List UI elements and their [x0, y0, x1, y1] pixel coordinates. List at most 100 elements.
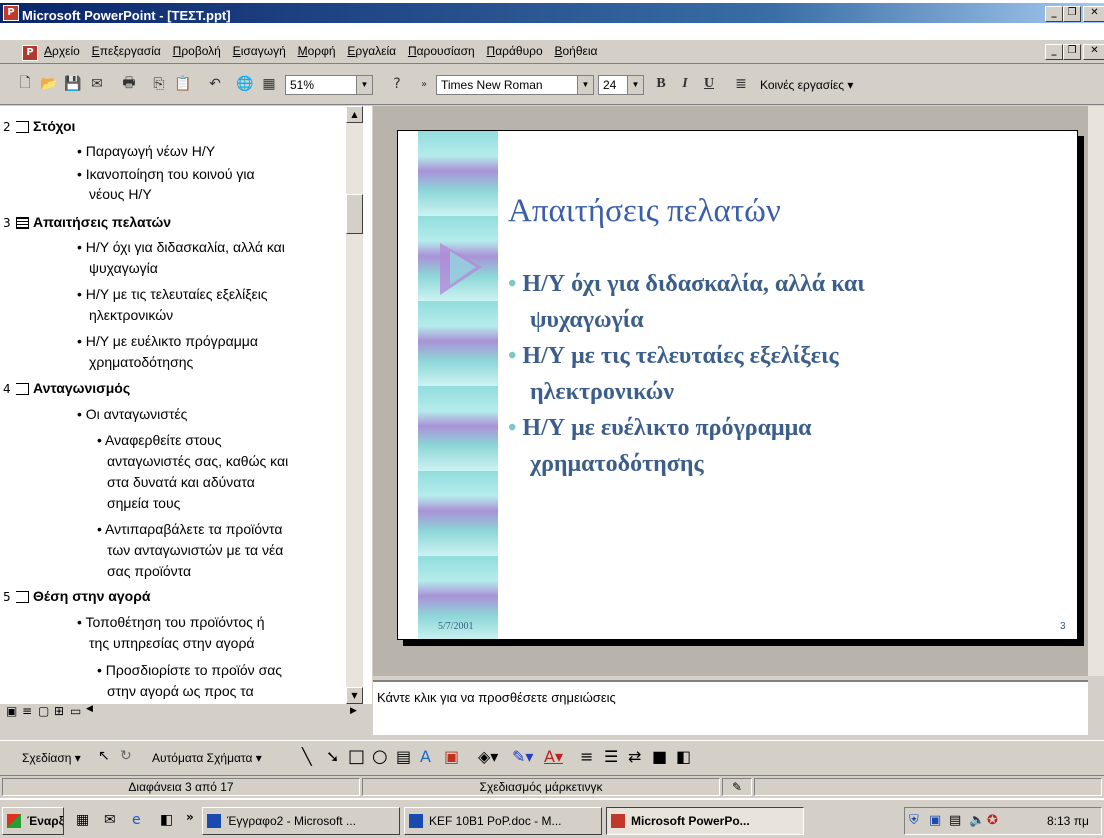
scroll-left-icon[interactable]: ◀: [86, 704, 93, 714]
doc-close-icon[interactable]: ✕: [1083, 44, 1104, 60]
select-pointer-icon[interactable]: ↖: [98, 748, 110, 764]
copy-icon[interactable]: ⎘: [148, 73, 170, 95]
taskbar-word-doc2[interactable]: KEF 10B1 PoP.doc - M...: [404, 807, 602, 835]
arrow-icon[interactable]: ➘: [326, 747, 339, 766]
wordart-icon[interactable]: A: [420, 747, 431, 766]
slide-icon[interactable]: [16, 121, 29, 133]
open-icon[interactable]: 📂: [38, 73, 60, 95]
start-button[interactable]: Έναρξη: [2, 807, 64, 835]
slide-view-icon[interactable]: ▢: [38, 704, 49, 718]
outline-bullet[interactable]: • Παραγωγή νέων Η/Υ: [77, 143, 215, 159]
scroll-up-icon[interactable]: ▲: [346, 106, 363, 123]
document-icon[interactable]: P: [22, 45, 38, 61]
outline-subbullet-cont[interactable]: στα δυνατά και αδύνατα: [107, 474, 255, 490]
network-icon[interactable]: ▤: [949, 813, 961, 828]
slide-bullet-cont[interactable]: ηλεκτρονικών: [508, 374, 865, 410]
scroll-right-icon[interactable]: ▶: [350, 706, 357, 716]
outline-bullet[interactable]: • Τοποθέτηση του προϊόντος ή: [77, 614, 265, 630]
show-desktop-icon[interactable]: ▦: [76, 812, 89, 828]
minimize-icon[interactable]: _: [1045, 6, 1063, 22]
paste-icon[interactable]: 📋: [172, 73, 194, 95]
rectangle-icon[interactable]: □: [348, 746, 365, 767]
outline-bullet-cont[interactable]: νέους Η/Υ: [89, 186, 152, 202]
tray-app-icon[interactable]: ✪: [987, 813, 998, 828]
menu-slideshow[interactable]: Παρουσίαση: [404, 40, 479, 62]
dash-style-icon[interactable]: ☰: [604, 747, 618, 766]
menu-format[interactable]: Μορφή: [294, 40, 340, 62]
font-size-select[interactable]: 24 ▼: [598, 75, 644, 95]
outline-subbullet-cont[interactable]: ανταγωνιστές σας, καθώς και: [107, 453, 288, 469]
taskbar-powerpoint[interactable]: Microsoft PowerPo...: [606, 807, 804, 835]
chevron-down-icon[interactable]: ▼: [577, 76, 593, 94]
menu-help[interactable]: Βοήθεια: [550, 40, 601, 62]
internet-explorer-icon[interactable]: e: [132, 812, 141, 828]
menu-view[interactable]: Προβολή: [169, 40, 225, 62]
italic-button[interactable]: I: [674, 73, 696, 95]
more-quicklaunch-icon[interactable]: »: [186, 810, 194, 824]
scroll-thumb[interactable]: [346, 194, 363, 234]
quicklaunch-icon[interactable]: ◧: [160, 812, 173, 828]
antivirus-icon[interactable]: ⛨: [909, 813, 919, 828]
undo-icon[interactable]: ↶: [204, 73, 226, 95]
slide-bullet-cont[interactable]: ψυχαγωγία: [508, 302, 865, 338]
outline-subbullet[interactable]: • Προσδιορίστε το προϊόν σας: [97, 662, 282, 678]
outline-pane[interactable]: 2 Στόχοι • Παραγωγή νέων Η/Υ • Ικανοποίη…: [0, 106, 372, 721]
clipart-icon[interactable]: ▣: [444, 747, 459, 766]
outline-bullet-cont[interactable]: χρηματοδότησης: [89, 354, 193, 370]
outline-subbullet-cont[interactable]: σας προϊόντα: [107, 563, 191, 579]
arrow-style-icon[interactable]: ⇄: [628, 747, 641, 766]
3d-icon[interactable]: ◧: [676, 747, 691, 766]
outline-bullet-cont[interactable]: ψυχαγωγία: [89, 260, 158, 276]
oval-icon[interactable]: ○: [372, 746, 388, 767]
outline-bullet[interactable]: • Ικανοποίηση του κοινού για: [77, 166, 255, 182]
tables-icon[interactable]: ▦: [258, 73, 280, 95]
doc-restore-icon[interactable]: ❐: [1063, 44, 1081, 60]
outline-bullet[interactable]: • Η/Υ όχι για διδασκαλία, αλλά και: [77, 239, 285, 255]
line-icon[interactable]: ╲: [302, 747, 312, 766]
hyperlink-icon[interactable]: 🌐: [234, 73, 256, 95]
notes-placeholder[interactable]: Κάντε κλικ για να προσθέσετε σημειώσεις: [377, 690, 616, 705]
language-icon[interactable]: ▣: [929, 813, 941, 828]
slide-scrollbar[interactable]: [1088, 106, 1104, 676]
menu-insert[interactable]: Εισαγωγή: [229, 40, 290, 62]
slide-sorter-icon[interactable]: ⊞: [54, 704, 64, 718]
outline-bullet[interactable]: • Η/Υ με ευέλικτο πρόγραμμα: [77, 333, 258, 349]
outline-bullet[interactable]: • Η/Υ με τις τελευταίες εξελίξεις: [77, 286, 268, 302]
common-tasks-menu[interactable]: Κοινές εργασίες ▾: [760, 78, 853, 92]
line-color-icon[interactable]: ✎▾: [512, 747, 533, 766]
spelling-status-icon[interactable]: ✎: [722, 778, 752, 796]
outline-slide-title[interactable]: Ανταγωνισμός: [33, 380, 130, 396]
menu-file[interactable]: Αρχείο: [40, 40, 84, 62]
menu-window[interactable]: Παράθυρο: [483, 40, 547, 62]
outline-bullet[interactable]: • Οι ανταγωνιστές: [77, 406, 187, 422]
draw-menu[interactable]: Σχεδίαση ▾: [22, 751, 81, 765]
scroll-down-icon[interactable]: ▼: [346, 687, 363, 704]
rotate-icon[interactable]: ↻: [120, 748, 132, 764]
slide-bullet-cont[interactable]: χρηματοδότησης: [508, 446, 865, 482]
font-select[interactable]: Times New Roman ▼: [436, 75, 594, 95]
slide-title[interactable]: Απαιτήσεις πελατών: [508, 193, 781, 230]
font-color-icon[interactable]: A▾: [544, 747, 563, 766]
normal-view-icon[interactable]: ▣: [6, 704, 17, 718]
shadow-icon[interactable]: ■: [652, 747, 667, 766]
slide-body[interactable]: • Η/Υ όχι για διδασκαλία, αλλά και ψυχαγ…: [508, 266, 865, 482]
menu-tools[interactable]: Εργαλεία: [343, 40, 400, 62]
underline-button[interactable]: U: [698, 73, 720, 95]
outline-slide-title[interactable]: Απαιτήσεις πελατών: [33, 214, 171, 230]
restore-icon[interactable]: ❐: [1063, 6, 1081, 22]
new-icon[interactable]: 🗋: [14, 73, 36, 95]
taskbar-word-doc1[interactable]: Έγγραφο2 - Microsoft ...: [202, 807, 400, 835]
chevron-down-icon[interactable]: ▼: [627, 76, 643, 94]
volume-icon[interactable]: 🔈: [969, 813, 985, 828]
powerpoint-app-icon[interactable]: P: [3, 5, 19, 21]
align-icon[interactable]: ≣: [730, 73, 752, 95]
slide-bullet[interactable]: • Η/Υ με ευέλικτο πρόγραμμα: [508, 410, 865, 446]
outline-view-icon[interactable]: ≡: [22, 704, 32, 718]
slide-icon-selected[interactable]: [16, 217, 29, 229]
slide-icon[interactable]: [16, 591, 29, 603]
textbox-icon[interactable]: ▤: [396, 747, 411, 766]
slideshow-icon[interactable]: ▭: [70, 704, 81, 718]
email-icon[interactable]: ✉: [86, 73, 108, 95]
slide-icon[interactable]: [16, 383, 29, 395]
outline-bullet-cont[interactable]: ηλεκτρονικών: [89, 307, 173, 323]
